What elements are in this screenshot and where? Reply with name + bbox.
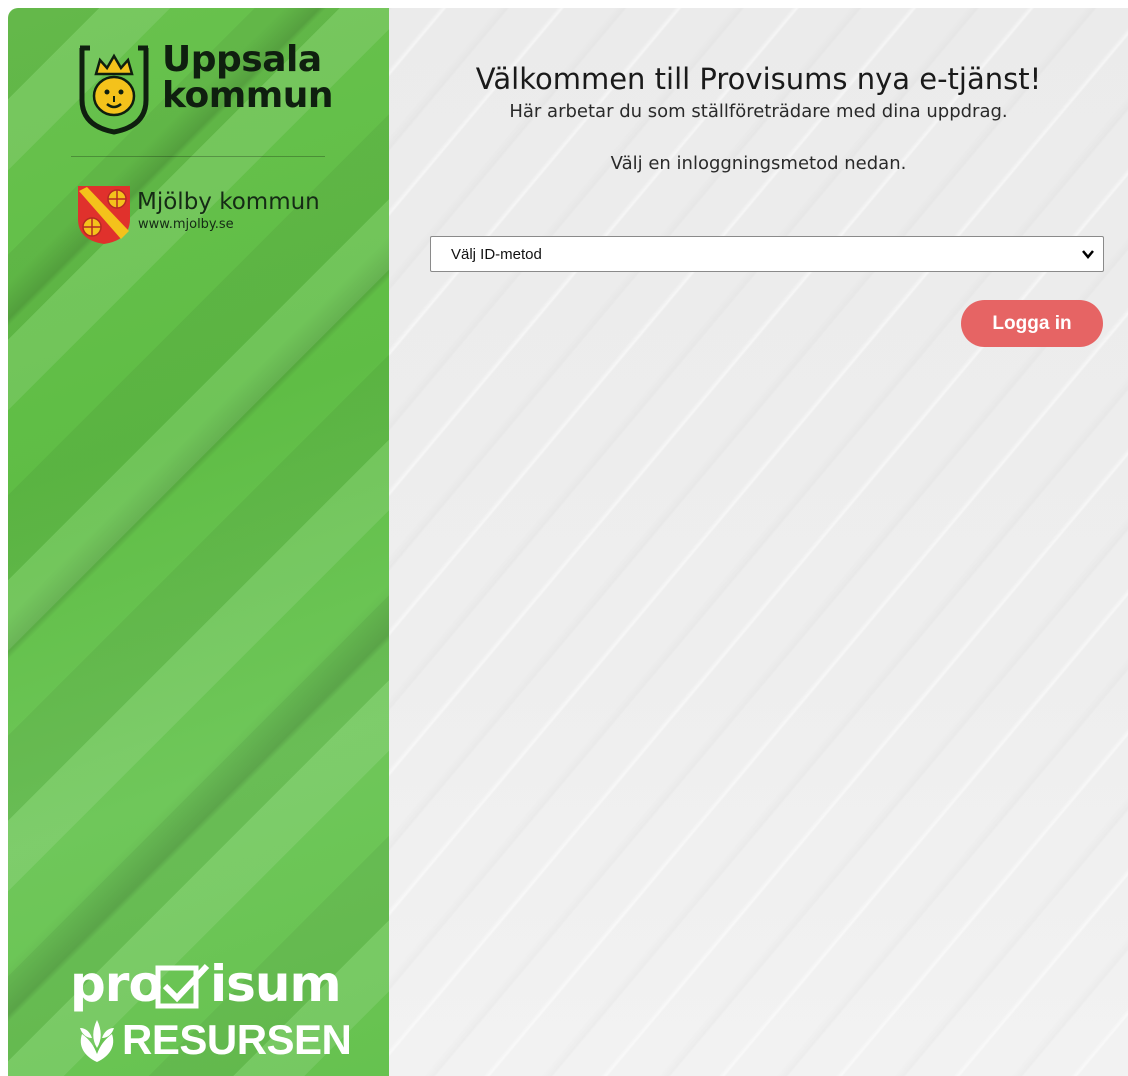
logo-divider xyxy=(71,156,325,157)
page-title: Välkommen till Provisums nya e-tjänst! xyxy=(475,62,1042,96)
page-subtitle: Här arbetar du som ställföreträdare med … xyxy=(509,101,1008,122)
mjolby-logo: Mjölby kommun www.mjolby.se xyxy=(77,185,337,249)
provisum-resursen-logo: pro isum RESURSEN xyxy=(70,955,352,1068)
resursen-text: RESURSEN xyxy=(122,1016,352,1063)
mjolby-url: www.mjolby.se xyxy=(138,217,234,232)
login-page: Uppsala kommun Mjölby kommun www.mjolby.… xyxy=(8,8,1128,1076)
uppsala-line2: kommun xyxy=(162,75,334,116)
uppsala-logo: Uppsala kommun xyxy=(76,39,336,136)
mjolby-crest-icon xyxy=(78,186,130,244)
mjolby-name: Mjölby kommun xyxy=(137,189,320,215)
main-panel: Välkommen till Provisums nya e-tjänst! H… xyxy=(389,8,1128,1076)
sidebar: Uppsala kommun Mjölby kommun www.mjolby.… xyxy=(8,8,389,1076)
provisum-isum-text: isum xyxy=(210,955,342,1013)
id-method-select[interactable]: Välj ID-metod xyxy=(430,236,1104,272)
uppsala-name: Uppsala kommun xyxy=(162,39,334,116)
login-button[interactable]: Logga in xyxy=(961,300,1103,347)
login-instruction: Välj en inloggningsmetod nedan. xyxy=(610,153,907,174)
leaf-icon xyxy=(80,1020,114,1062)
uppsala-crest-icon xyxy=(79,45,149,135)
provisum-pro-text: pro xyxy=(70,955,163,1013)
uppsala-line1: Uppsala xyxy=(162,39,322,80)
chevron-down-icon xyxy=(1082,250,1094,259)
id-method-selected-value: Välj ID-metod xyxy=(451,246,542,263)
checkbox-check-icon xyxy=(155,963,210,1009)
